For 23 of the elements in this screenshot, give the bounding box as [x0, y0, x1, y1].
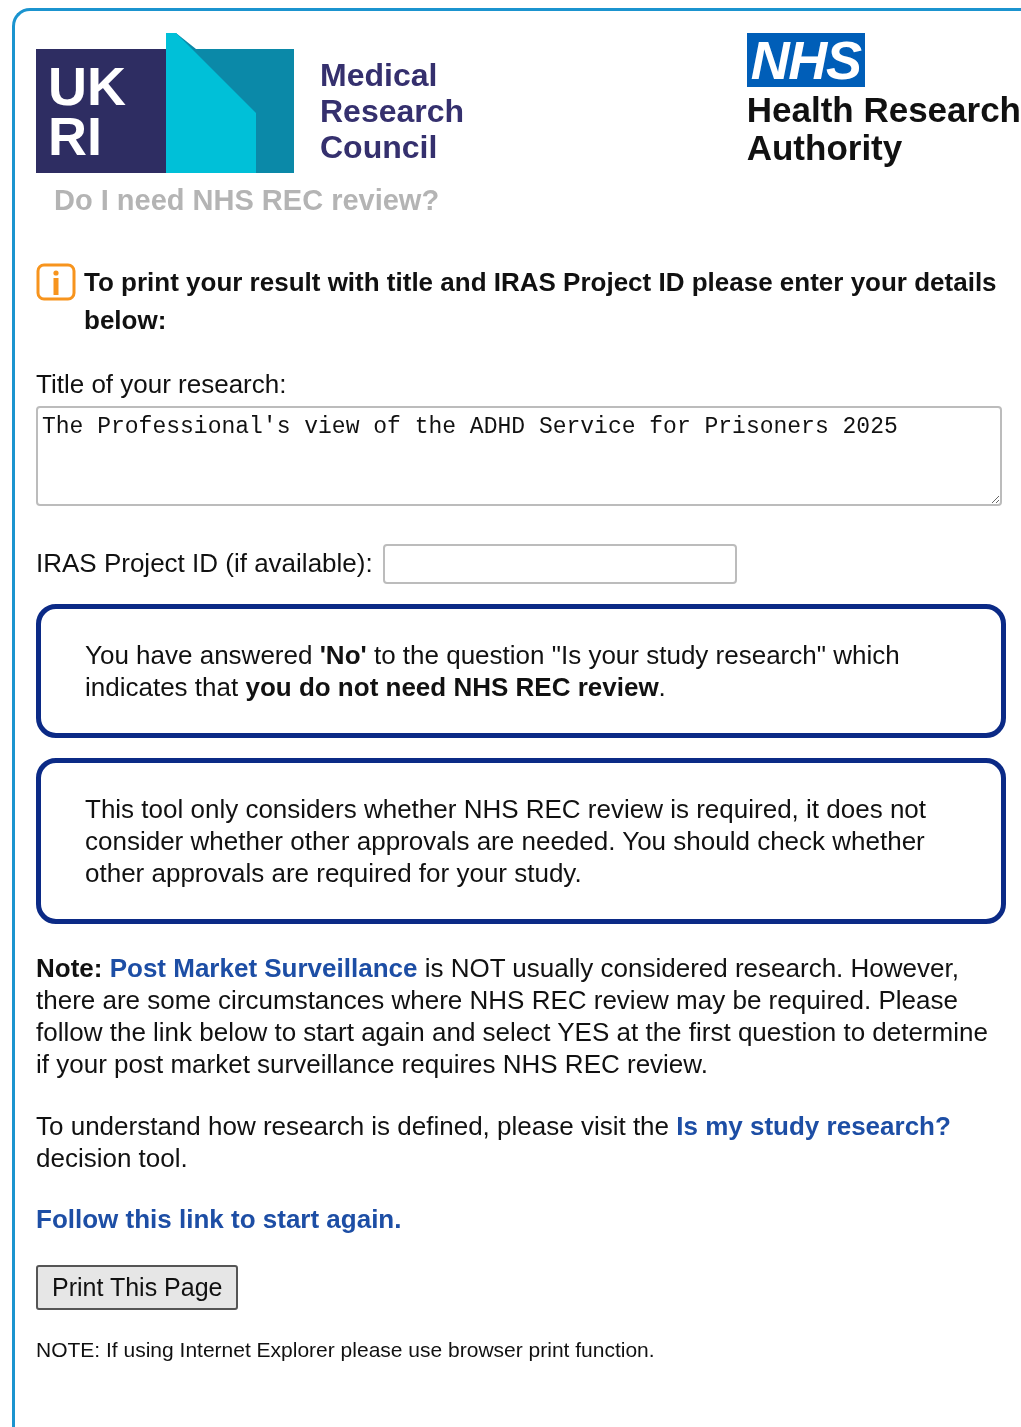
- restart-link[interactable]: Follow this link to start again.: [36, 1199, 402, 1239]
- logo-text: Research: [320, 93, 465, 129]
- notice-text: To print your result with title and IRAS Project ID please enter your details below:: [84, 265, 998, 337]
- logo-text: Council: [320, 129, 439, 165]
- info-icon: [36, 262, 76, 301]
- print-button[interactable]: Print This Page: [36, 1264, 239, 1310]
- result-text: This tool only considers whether NHS REC review is required, it does not consider whether other approvals are needed. You should check whether other approvals are required for your study.: [85, 792, 928, 889]
- text-link[interactable]: Is my study research?: [676, 1110, 951, 1141]
- result-text: You have answered 'No' to the question "Is your study research" which indicates that you do not need NHS REC review.: [85, 638, 901, 703]
- text-link[interactable]: Post Market Surveillance: [109, 952, 418, 983]
- iras-id-field[interactable]: [382, 543, 737, 584]
- logo-text: Medical: [320, 57, 439, 93]
- page-title: Do I need NHS REC review?: [54, 183, 440, 218]
- ukri-logo: UK RI: [36, 33, 294, 173]
- nhs-badge: NHS: [746, 33, 865, 87]
- title-field[interactable]: The Professional's view of the ADHD Service for Prisoners 2025: [36, 405, 1002, 506]
- footnote: NOTE: If using Internet Explorer please use browser print function.: [36, 1337, 655, 1363]
- paragraph: To understand how research is defined, please visit the Is my study research? decision tool.: [36, 1109, 952, 1174]
- field-label: IRAS Project ID (if available):: [36, 547, 373, 580]
- logo-text: Authority: [746, 129, 904, 167]
- paragraph: Note: Post Market Surveillance is NOT usually considered research. However, there are some circumstances where NHS REC review may be required. Please follow the link below to start again and select YES at the first question to determine if your post market surveillance requires NHS REC review.: [36, 951, 989, 1080]
- field-label: Title of your research:: [36, 367, 287, 401]
- logo-text: Health Research: [746, 91, 1021, 129]
